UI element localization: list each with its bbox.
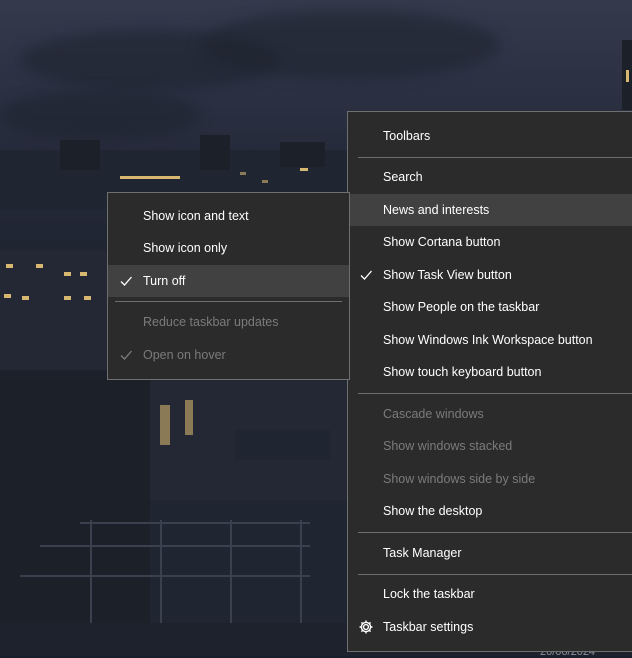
- menu-item-cascade-windows: Cascade windows: [348, 398, 632, 430]
- menu-item-show-touch-keyboard-button[interactable]: Show touch keyboard button: [348, 356, 632, 388]
- menu-item-label: Taskbar settings: [383, 620, 474, 634]
- menu-item-label: Show the desktop: [383, 504, 483, 518]
- menu-item-label: Open on hover: [143, 348, 226, 362]
- menu-item-toolbars[interactable]: Toolbars: [348, 120, 632, 152]
- menu-item-label: Show People on the taskbar: [383, 300, 540, 314]
- menu-item-label: Show Windows Ink Workspace button: [383, 333, 593, 347]
- menu-item-label: Task Manager: [383, 546, 462, 560]
- menu-item-label: Show icon and text: [143, 209, 249, 223]
- check-icon: [360, 270, 372, 280]
- menu-item-label: Show icon only: [143, 241, 228, 255]
- menu-separator: [358, 157, 632, 158]
- menu-item-lock-the-taskbar[interactable]: Lock the taskbar: [348, 578, 632, 610]
- news-and-interests-submenu: Show icon and text Show icon only Turn o…: [107, 192, 350, 380]
- check-icon: [120, 276, 132, 286]
- menu-item-show-cortana-button[interactable]: Show Cortana button: [348, 226, 632, 258]
- menu-separator: [358, 393, 632, 394]
- menu-item-show-windows-ink-workspace-button[interactable]: Show Windows Ink Workspace button: [348, 324, 632, 356]
- menu-item-label: Show Cortana button: [383, 235, 501, 249]
- menu-item-label: Show Task View button: [383, 268, 512, 282]
- menu-item-label: News and interests: [383, 203, 490, 217]
- menu-separator: [358, 532, 632, 533]
- menu-item-taskbar-settings[interactable]: Taskbar settings: [348, 611, 632, 643]
- menu-item-label: Search: [383, 170, 423, 184]
- submenu-item-turn-off[interactable]: Turn off: [108, 265, 349, 297]
- menu-item-label: Reduce taskbar updates: [143, 315, 279, 329]
- menu-separator: [115, 301, 342, 302]
- submenu-item-reduce-taskbar-updates: Reduce taskbar updates: [108, 306, 349, 338]
- submenu-item-show-icon-only[interactable]: Show icon only: [108, 232, 349, 264]
- taskbar-context-menu: Toolbars Search News and interests Show …: [347, 111, 632, 652]
- menu-item-label: Show touch keyboard button: [383, 365, 542, 379]
- menu-item-label: Cascade windows: [383, 407, 484, 421]
- menu-item-task-manager[interactable]: Task Manager: [348, 537, 632, 569]
- menu-item-show-windows-stacked: Show windows stacked: [348, 430, 632, 462]
- menu-item-label: Toolbars: [383, 129, 431, 143]
- menu-item-news-and-interests[interactable]: News and interests: [348, 194, 632, 226]
- menu-separator: [358, 574, 632, 575]
- menu-item-show-people-on-taskbar[interactable]: Show People on the taskbar: [348, 291, 632, 323]
- menu-item-label: Lock the taskbar: [383, 587, 475, 601]
- menu-item-show-windows-side-by-side: Show windows side by side: [348, 463, 632, 495]
- submenu-item-open-on-hover: Open on hover: [108, 339, 349, 371]
- menu-item-label: Turn off: [143, 274, 186, 288]
- menu-item-search[interactable]: Search: [348, 161, 632, 193]
- menu-item-label: Show windows stacked: [383, 439, 513, 453]
- menu-item-show-task-view-button[interactable]: Show Task View button: [348, 259, 632, 291]
- gear-icon: [359, 620, 373, 634]
- menu-item-label: Show windows side by side: [383, 472, 536, 486]
- submenu-item-show-icon-and-text[interactable]: Show icon and text: [108, 200, 349, 232]
- check-icon: [120, 350, 132, 360]
- menu-item-show-the-desktop[interactable]: Show the desktop: [348, 495, 632, 527]
